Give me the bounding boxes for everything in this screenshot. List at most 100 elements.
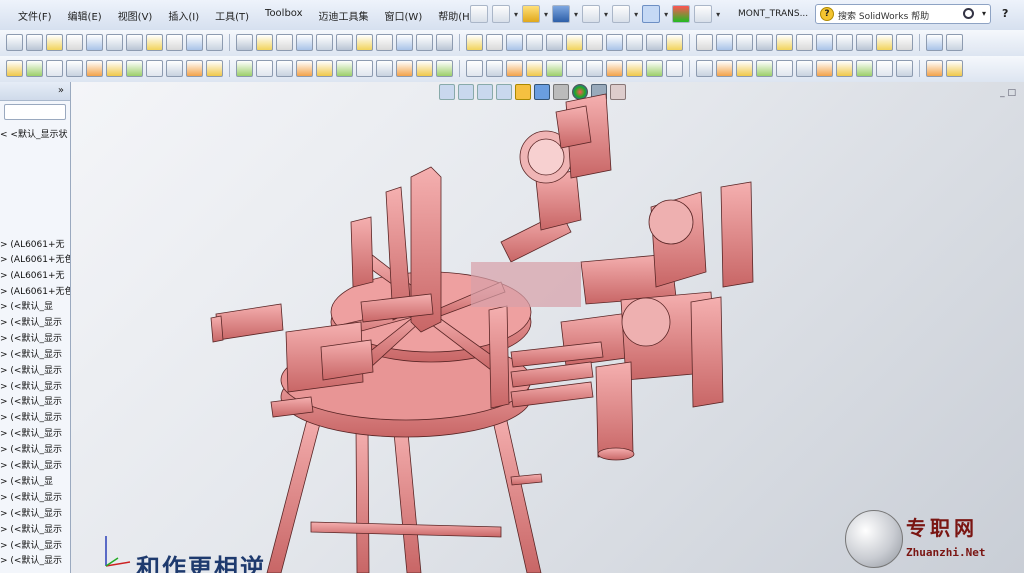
tree-item[interactable]: < <默认_显示状 — [0, 127, 67, 140]
search-icon[interactable] — [963, 8, 974, 19]
toolbar-command-icon[interactable] — [796, 34, 813, 51]
collapse-panel-icon[interactable]: » — [58, 85, 64, 96]
menu-window[interactable]: 窗口(W) — [385, 8, 423, 23]
toolbar-command-icon[interactable] — [756, 34, 773, 51]
toolbar-command-icon[interactable] — [316, 34, 333, 51]
help-search-box[interactable]: ? 搜索 SolidWorks 帮助 ▾ — [815, 4, 991, 24]
tree-item[interactable]: > (<默认_显示 — [0, 538, 62, 551]
toolbar-command-icon[interactable] — [566, 60, 583, 77]
toolbar-command-icon[interactable] — [626, 60, 643, 77]
tree-item[interactable]: > (<默认_显示 — [0, 331, 62, 344]
toolbar-command-icon[interactable] — [356, 60, 373, 77]
toolbar-command-icon[interactable] — [776, 60, 793, 77]
toolbar-command-icon[interactable] — [876, 34, 893, 51]
toolbar-command-icon[interactable] — [646, 60, 663, 77]
toolbar-command-icon[interactable] — [276, 34, 293, 51]
toolbar-command-icon[interactable] — [526, 60, 543, 77]
tree-item[interactable]: > (<默认_显示 — [0, 490, 62, 503]
toolbar-command-icon[interactable] — [836, 60, 853, 77]
tree-item[interactable]: > (<默认_显示 — [0, 363, 62, 376]
tree-item[interactable]: > (AL6061+无色 — [0, 252, 70, 265]
menu-insert[interactable]: 插入(I) — [168, 8, 199, 23]
toolbar-command-icon[interactable] — [736, 60, 753, 77]
toolbar-command-icon[interactable] — [206, 60, 223, 77]
toolbar-command-icon[interactable] — [736, 34, 753, 51]
toolbar-command-icon[interactable] — [206, 34, 223, 51]
toolbar-command-icon[interactable] — [526, 34, 543, 51]
tree-item[interactable]: > (<默认_显 — [0, 299, 53, 312]
toolbar-command-icon[interactable] — [926, 60, 943, 77]
tree-item[interactable]: > (<默认_显示 — [0, 522, 62, 535]
toolbar-command-icon[interactable] — [436, 60, 453, 77]
tree-item[interactable]: > (<默认_显示 — [0, 379, 62, 392]
options-icon[interactable] — [694, 5, 713, 23]
toolbar-command-icon[interactable] — [856, 34, 873, 51]
toolbar-command-icon[interactable] — [696, 60, 713, 77]
toolbar-command-icon[interactable] — [296, 34, 313, 51]
toolbar-command-icon[interactable] — [396, 34, 413, 51]
toolbar-command-icon[interactable] — [356, 34, 373, 51]
toolbar-command-icon[interactable] — [716, 34, 733, 51]
rebuild-traffic-light-icon[interactable] — [672, 5, 691, 23]
toolbar-command-icon[interactable] — [376, 60, 393, 77]
toolbar-command-icon[interactable] — [186, 60, 203, 77]
new-document-icon[interactable] — [492, 5, 510, 23]
graphics-viewport[interactable]: _ □ 和作更相逆 — [71, 82, 1024, 573]
tree-item[interactable]: > (<默认_显示 — [0, 458, 62, 471]
machine-assembly-model[interactable] — [71, 82, 1024, 573]
toolbar-command-icon[interactable] — [466, 60, 483, 77]
toolbar-command-icon[interactable] — [586, 34, 603, 51]
toolbar-command-icon[interactable] — [126, 34, 143, 51]
tree-item[interactable]: > (AL6061+无 — [0, 237, 65, 250]
menu-tools[interactable]: 工具(T) — [215, 8, 249, 23]
toolbar-command-icon[interactable] — [236, 60, 253, 77]
toolbar-command-icon[interactable] — [126, 60, 143, 77]
toolbar-command-icon[interactable] — [756, 60, 773, 77]
help-button[interactable]: ? — [1002, 7, 1008, 20]
toolbar-command-icon[interactable] — [6, 60, 23, 77]
chevron-down-icon[interactable]: ▾ — [982, 9, 986, 18]
toolbar-command-icon[interactable] — [646, 34, 663, 51]
menu-view[interactable]: 视图(V) — [118, 8, 153, 23]
toolbar-command-icon[interactable] — [26, 60, 43, 77]
toolbar-command-icon[interactable] — [316, 60, 333, 77]
menu-toolbox[interactable]: Toolbox — [265, 8, 303, 23]
toolbar-command-icon[interactable] — [416, 60, 433, 77]
print-icon[interactable] — [582, 5, 601, 23]
menu-edit[interactable]: 编辑(E) — [68, 8, 102, 23]
toolbar-command-icon[interactable] — [46, 60, 63, 77]
tree-item[interactable]: > (AL6061+无色 — [0, 284, 70, 297]
toolbar-command-icon[interactable] — [566, 34, 583, 51]
toolbar-command-icon[interactable] — [546, 60, 563, 77]
tree-item[interactable]: > (<默认_显示 — [0, 506, 62, 519]
toolbar-command-icon[interactable] — [776, 34, 793, 51]
toolbar-command-icon[interactable] — [926, 34, 943, 51]
tree-item[interactable]: > (<默认_显 — [0, 474, 53, 487]
tree-filter-input[interactable] — [4, 104, 66, 120]
undo-icon[interactable] — [612, 5, 631, 23]
toolbar-command-icon[interactable] — [816, 34, 833, 51]
toolbar-command-icon[interactable] — [86, 34, 103, 51]
toolbar-command-icon[interactable] — [146, 34, 163, 51]
toolbar-command-icon[interactable] — [336, 60, 353, 77]
toolbar-command-icon[interactable] — [396, 60, 413, 77]
toolbar-command-icon[interactable] — [336, 34, 353, 51]
tree-item[interactable]: > (<默认_显示 — [0, 553, 62, 566]
toolbar-command-icon[interactable] — [606, 60, 623, 77]
select-cursor-icon[interactable] — [642, 5, 661, 23]
toolbar-command-icon[interactable] — [666, 34, 683, 51]
toolbar-command-icon[interactable] — [296, 60, 313, 77]
tree-item[interactable]: > (<默认_显示 — [0, 347, 62, 360]
toolbar-command-icon[interactable] — [26, 34, 43, 51]
toolbar-command-icon[interactable] — [436, 34, 453, 51]
toolbar-command-icon[interactable] — [276, 60, 293, 77]
toolbar-command-icon[interactable] — [606, 34, 623, 51]
tree-item[interactable]: > (<默认_显示 — [0, 315, 62, 328]
tree-item[interactable]: > (AL6061+无 — [0, 268, 65, 281]
toolbar-command-icon[interactable] — [896, 60, 913, 77]
toolbar-command-icon[interactable] — [256, 60, 273, 77]
toolbar-command-icon[interactable] — [46, 34, 63, 51]
toolbar-command-icon[interactable] — [836, 34, 853, 51]
toolbar-command-icon[interactable] — [816, 60, 833, 77]
toolbar-command-icon[interactable] — [946, 34, 963, 51]
